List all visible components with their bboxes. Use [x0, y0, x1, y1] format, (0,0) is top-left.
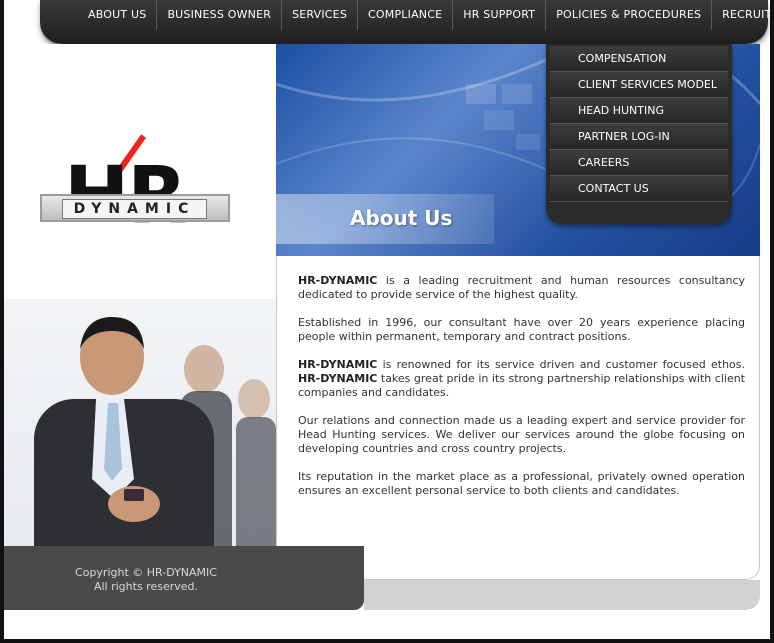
- top-navigation: ABOUT US BUSINESS OWNER SERVICES COMPLIA…: [40, 0, 770, 44]
- paragraph-renowned-text-1: is renowned for its service driven and c…: [377, 358, 745, 371]
- submenu-compensation[interactable]: COMPENSATION: [550, 46, 728, 72]
- submenu-contact-us[interactable]: CONTACT US: [550, 176, 728, 202]
- nav-business-owner[interactable]: BUSINESS OWNER: [157, 0, 283, 30]
- submenu-client-services-model[interactable]: CLIENT SERVICES MODEL: [550, 72, 728, 98]
- rights-text: All rights reserved.: [93, 580, 199, 593]
- submenu-head-hunting[interactable]: HEAD HUNTING: [550, 98, 728, 124]
- submenu-careers[interactable]: CAREERS: [550, 150, 728, 176]
- about-us-content: HR-DYNAMIC is a leading recruitment and …: [276, 256, 760, 580]
- logo-dynamic-text: DYNAMIC: [62, 199, 207, 219]
- paragraph-established: Established in 1996, our consultant have…: [298, 316, 745, 343]
- left-panel: HR DYNAMIC: [4, 44, 276, 589]
- brand-name: HR-DYNAMIC: [298, 358, 378, 371]
- nav-hr-support[interactable]: HR SUPPORT: [453, 0, 547, 30]
- paragraph-intro: HR-DYNAMIC is a leading recruitment and …: [298, 274, 745, 302]
- nav-services[interactable]: SERVICES: [282, 0, 359, 30]
- paragraph-reputation: Its reputation in the market place as a …: [298, 470, 745, 497]
- nav-about-us[interactable]: ABOUT US: [40, 0, 158, 30]
- nav-recruiting[interactable]: RECRUITING: [712, 0, 770, 30]
- nav-compliance[interactable]: COMPLIANCE: [358, 0, 454, 30]
- footer-copyright-block: Copyright © HR-DYNAMIC All rights reserv…: [4, 566, 288, 594]
- brand-name: HR-DYNAMIC: [298, 372, 378, 385]
- nav-policies-procedures[interactable]: POLICIES & PROCEDURES: [546, 0, 713, 30]
- paragraph-relations: Our relations and connection made us a l…: [298, 414, 745, 455]
- submenu-partner-log-in[interactable]: PARTNER LOG-IN: [550, 124, 728, 150]
- recruiting-submenu: COMPENSATION CLIENT SERVICES MODEL HEAD …: [546, 44, 732, 224]
- logo-dynamic-bar: DYNAMIC: [40, 194, 230, 222]
- paragraph-renowned: HR-DYNAMIC is renowned for its service d…: [298, 358, 745, 400]
- footer: Copyright © HR-DYNAMIC All rights reserv…: [4, 546, 364, 610]
- footer-gray-strip: [364, 580, 760, 610]
- brand-name: HR-DYNAMIC: [298, 274, 378, 287]
- page-frame: ABOUT US BUSINESS OWNER SERVICES COMPLIA…: [4, 0, 770, 639]
- banner-title: About Us: [350, 206, 453, 230]
- copyright-text: Copyright © HR-DYNAMIC: [75, 566, 217, 579]
